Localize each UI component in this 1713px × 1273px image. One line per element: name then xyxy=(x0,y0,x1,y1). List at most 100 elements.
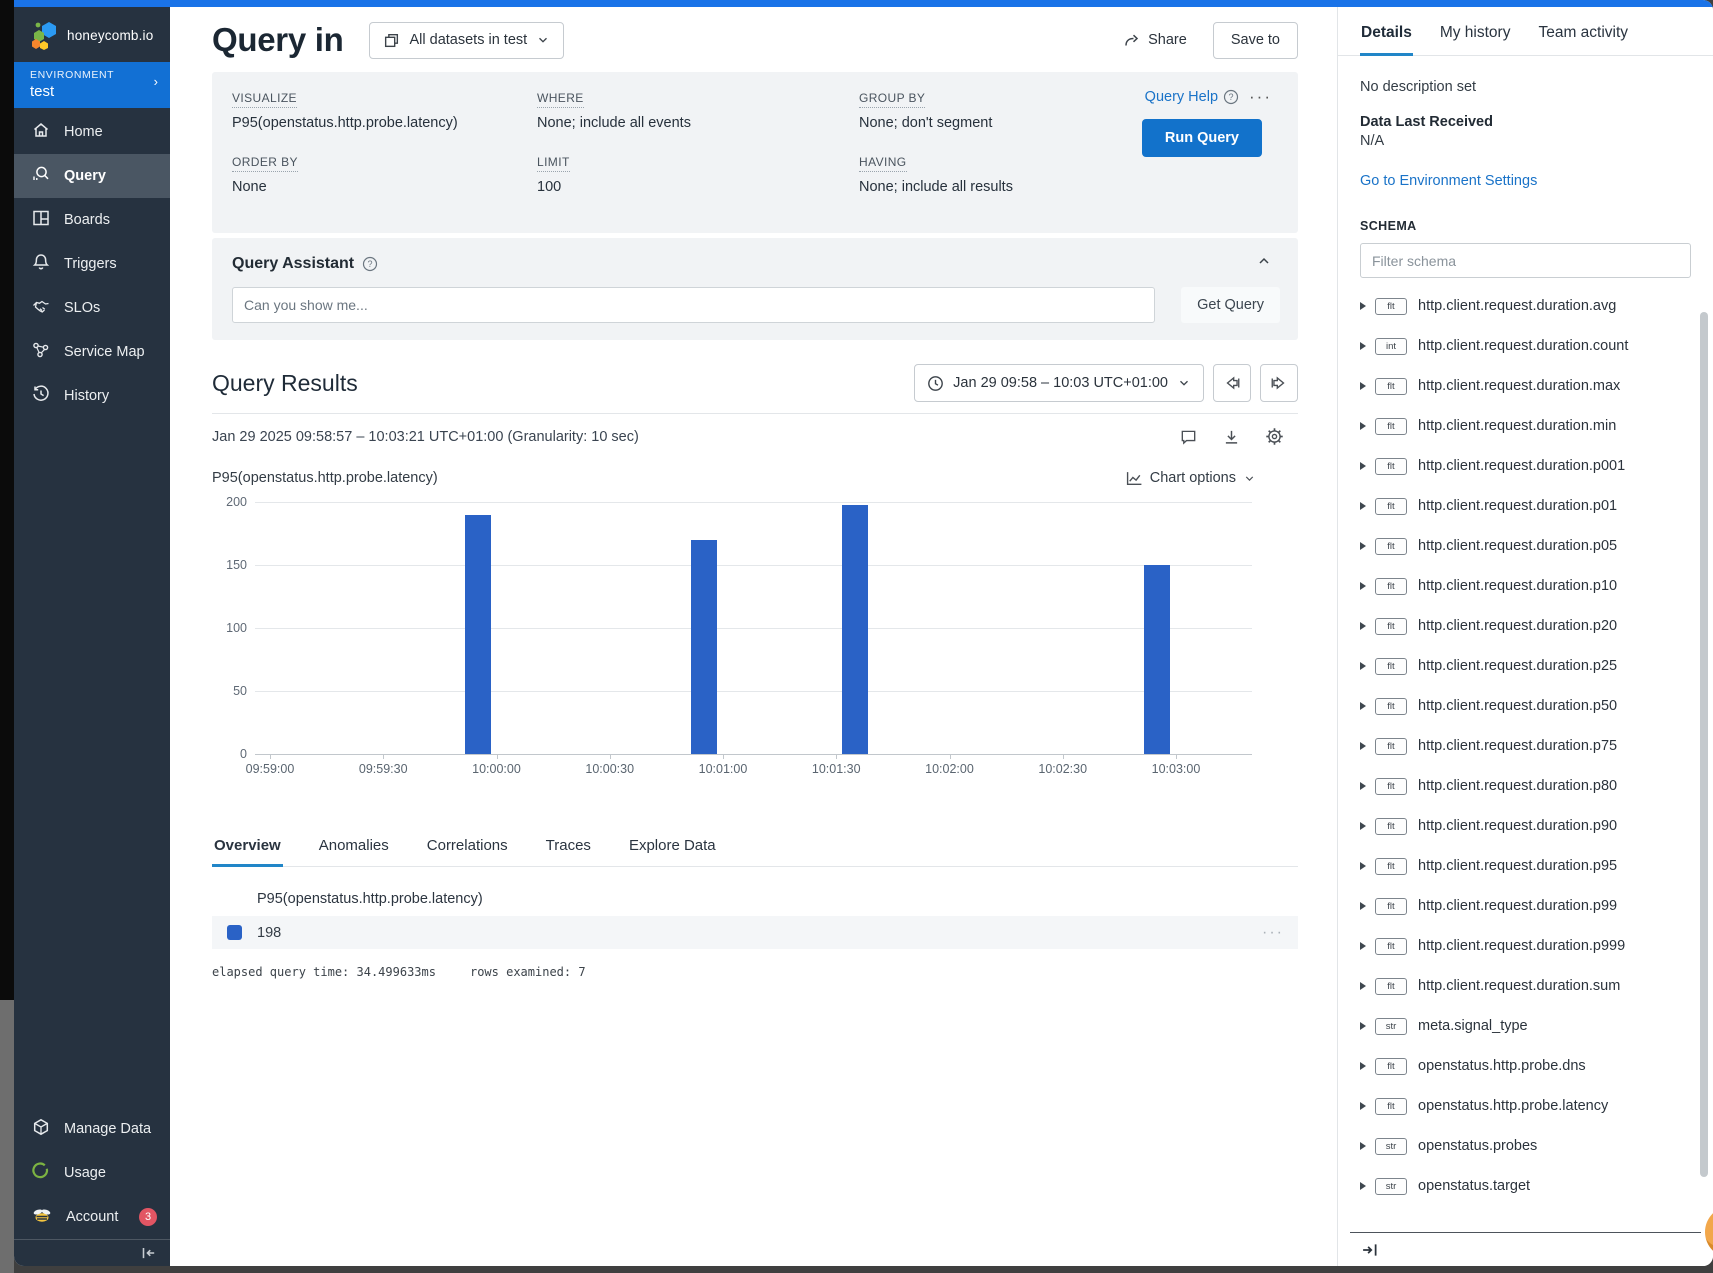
schema-row[interactable]: stropenstatus.target xyxy=(1360,1166,1691,1206)
chart-bar[interactable] xyxy=(1144,565,1170,754)
tab-traces[interactable]: Traces xyxy=(544,828,593,866)
save-to-button[interactable]: Save to xyxy=(1213,22,1298,59)
builder-menu-button[interactable]: ··· xyxy=(1249,92,1272,102)
environment-switcher[interactable]: ENVIRONMENT test › xyxy=(14,62,170,108)
builder-field-label[interactable]: HAVING xyxy=(859,155,907,172)
schema-row[interactable]: flthttp.client.request.duration.p01 xyxy=(1360,486,1691,526)
schema-row[interactable]: flthttp.client.request.duration.min xyxy=(1360,406,1691,446)
schema-row[interactable]: stropenstatus.probes xyxy=(1360,1126,1691,1166)
sidebar-item-home[interactable]: Home xyxy=(14,110,170,154)
expand-caret-icon[interactable] xyxy=(1360,1142,1366,1150)
schema-row[interactable]: flthttp.client.request.duration.p001 xyxy=(1360,446,1691,486)
sidebar-item-triggers[interactable]: Triggers xyxy=(14,242,170,286)
chart-options-button[interactable]: Chart options xyxy=(1126,470,1256,486)
sidebar-item-manage-data[interactable]: Manage Data xyxy=(14,1107,170,1151)
sidebar-item-query[interactable]: Query xyxy=(14,154,170,198)
collapse-assistant-button[interactable] xyxy=(1256,253,1272,274)
tab-explore-data[interactable]: Explore Data xyxy=(627,828,718,866)
assistant-prompt-input[interactable] xyxy=(232,287,1155,323)
schema-row[interactable]: inthttp.client.request.duration.count xyxy=(1360,326,1691,366)
schema-row[interactable]: flthttp.client.request.duration.p20 xyxy=(1360,606,1691,646)
results-bar-chart[interactable]: 05010015020009:59:0009:59:3010:00:0010:0… xyxy=(212,502,1252,794)
builder-field-value[interactable]: P95(openstatus.http.probe.latency) xyxy=(232,115,537,131)
expand-caret-icon[interactable] xyxy=(1360,502,1366,510)
expand-caret-icon[interactable] xyxy=(1360,582,1366,590)
table-row[interactable]: 198··· xyxy=(212,916,1298,949)
run-query-button[interactable]: Run Query xyxy=(1142,119,1262,157)
schema-row[interactable]: flthttp.client.request.duration.avg xyxy=(1360,286,1691,326)
schema-scrollbar[interactable] xyxy=(1700,312,1708,1177)
tab-details[interactable]: Details xyxy=(1360,7,1413,55)
schema-row[interactable]: fltopenstatus.http.probe.latency xyxy=(1360,1086,1691,1126)
download-button[interactable] xyxy=(1222,428,1241,446)
schema-row[interactable]: flthttp.client.request.duration.p90 xyxy=(1360,806,1691,846)
expand-caret-icon[interactable] xyxy=(1360,822,1366,830)
schema-row[interactable]: flthttp.client.request.duration.sum xyxy=(1360,966,1691,1006)
tab-anomalies[interactable]: Anomalies xyxy=(317,828,391,866)
schema-row[interactable]: flthttp.client.request.duration.p80 xyxy=(1360,766,1691,806)
sidebar-item-usage[interactable]: Usage xyxy=(14,1151,170,1195)
builder-field-label[interactable]: ORDER BY xyxy=(232,155,298,172)
builder-field-label[interactable]: WHERE xyxy=(537,91,584,108)
expand-caret-icon[interactable] xyxy=(1360,942,1366,950)
schema-row[interactable]: fltopenstatus.http.probe.dns xyxy=(1360,1046,1691,1086)
expand-caret-icon[interactable] xyxy=(1360,382,1366,390)
honeycomb-logo[interactable]: honeycomb.io xyxy=(14,7,170,62)
schema-row[interactable]: strmeta.signal_type xyxy=(1360,1006,1691,1046)
expand-caret-icon[interactable] xyxy=(1360,1102,1366,1110)
chart-bar[interactable] xyxy=(691,540,717,754)
chart-bar[interactable] xyxy=(842,505,868,754)
schema-row[interactable]: flthttp.client.request.duration.p99 xyxy=(1360,886,1691,926)
schema-row[interactable]: flthttp.client.request.duration.p75 xyxy=(1360,726,1691,766)
expand-caret-icon[interactable] xyxy=(1360,342,1366,350)
expand-caret-icon[interactable] xyxy=(1360,982,1366,990)
schema-row[interactable]: flthttp.client.request.duration.p05 xyxy=(1360,526,1691,566)
chart-settings-button[interactable] xyxy=(1265,427,1284,446)
expand-caret-icon[interactable] xyxy=(1360,1182,1366,1190)
comment-button[interactable] xyxy=(1179,428,1198,446)
sidebar-item-slos[interactable]: SLOs xyxy=(14,286,170,330)
sidebar-item-boards[interactable]: Boards xyxy=(14,198,170,242)
previous-time-window-button[interactable] xyxy=(1213,364,1251,402)
builder-field-value[interactable]: None; don't segment xyxy=(859,115,1119,131)
tab-overview[interactable]: Overview xyxy=(212,828,283,866)
collapse-panel-button[interactable] xyxy=(1360,1240,1380,1260)
sidebar-collapse-button[interactable] xyxy=(14,1239,170,1266)
schema-row[interactable]: flthttp.client.request.duration.p95 xyxy=(1360,846,1691,886)
row-menu-button[interactable]: ··· xyxy=(1262,924,1284,942)
expand-caret-icon[interactable] xyxy=(1360,462,1366,470)
tab-correlations[interactable]: Correlations xyxy=(425,828,510,866)
tab-my-history[interactable]: My history xyxy=(1439,7,1512,55)
builder-field-value[interactable]: None; include all results xyxy=(859,179,1119,195)
next-time-window-button[interactable] xyxy=(1260,364,1298,402)
builder-field-label[interactable]: LIMIT xyxy=(537,155,570,172)
chart-bar[interactable] xyxy=(465,515,491,754)
expand-caret-icon[interactable] xyxy=(1360,702,1366,710)
schema-row[interactable]: flthttp.client.request.duration.p999 xyxy=(1360,926,1691,966)
schema-filter-input[interactable] xyxy=(1360,243,1691,278)
builder-field-label[interactable]: VISUALIZE xyxy=(232,91,297,108)
expand-caret-icon[interactable] xyxy=(1360,782,1366,790)
sidebar-item-account[interactable]: Account3 xyxy=(14,1195,170,1239)
builder-field-value[interactable]: None; include all events xyxy=(537,115,859,131)
expand-caret-icon[interactable] xyxy=(1360,1062,1366,1070)
schema-row[interactable]: flthttp.client.request.duration.p10 xyxy=(1360,566,1691,606)
expand-caret-icon[interactable] xyxy=(1360,422,1366,430)
expand-caret-icon[interactable] xyxy=(1360,302,1366,310)
builder-field-label[interactable]: GROUP BY xyxy=(859,91,925,108)
sidebar-item-service-map[interactable]: Service Map xyxy=(14,330,170,374)
expand-caret-icon[interactable] xyxy=(1360,542,1366,550)
expand-caret-icon[interactable] xyxy=(1360,862,1366,870)
expand-caret-icon[interactable] xyxy=(1360,742,1366,750)
question-circle-icon[interactable]: ? xyxy=(362,256,378,272)
dataset-selector[interactable]: All datasets in test xyxy=(369,22,564,59)
time-range-picker[interactable]: Jan 29 09:58 – 10:03 UTC+01:00 xyxy=(914,364,1204,402)
builder-field-value[interactable]: 100 xyxy=(537,179,859,195)
environment-settings-link[interactable]: Go to Environment Settings xyxy=(1360,173,1691,189)
expand-caret-icon[interactable] xyxy=(1360,662,1366,670)
expand-caret-icon[interactable] xyxy=(1360,1022,1366,1030)
schema-row[interactable]: flthttp.client.request.duration.max xyxy=(1360,366,1691,406)
query-help-link[interactable]: Query Help ? xyxy=(1145,89,1239,105)
builder-field-value[interactable]: None xyxy=(232,179,537,195)
share-button[interactable]: Share xyxy=(1123,32,1187,48)
